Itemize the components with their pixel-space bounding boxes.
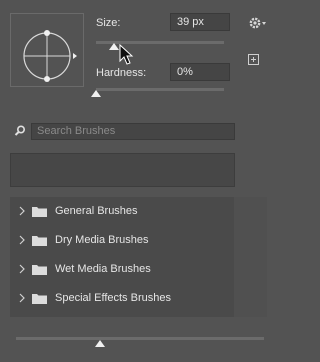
folder-label: Wet Media Brushes bbox=[55, 263, 151, 275]
folder-icon bbox=[32, 236, 47, 246]
folder-icon bbox=[32, 265, 47, 275]
search-brushes-input[interactable]: Search Brushes bbox=[31, 123, 235, 140]
size-label: Size: bbox=[96, 17, 121, 29]
list-item[interactable]: General Brushes bbox=[10, 197, 234, 226]
hardness-slider-track[interactable] bbox=[96, 88, 224, 91]
chevron-right-icon[interactable] bbox=[19, 264, 25, 274]
chevron-right-icon[interactable] bbox=[19, 293, 25, 303]
list-item[interactable]: Special Effects Brushes bbox=[10, 284, 234, 313]
list-item[interactable]: Wet Media Brushes bbox=[10, 255, 234, 284]
recent-brushes-strip bbox=[10, 153, 235, 187]
brush-angle-roundness-icon[interactable] bbox=[11, 14, 85, 88]
folder-label: General Brushes bbox=[55, 205, 138, 217]
brush-preset-panel: Size: 39 px Hardness: 0% Search Brushes … bbox=[0, 0, 278, 362]
folder-icon bbox=[32, 294, 47, 304]
plus-square-icon[interactable] bbox=[248, 54, 259, 65]
hardness-slider-thumb[interactable] bbox=[91, 90, 101, 97]
list-scrollbar[interactable] bbox=[234, 197, 267, 317]
brush-tip-preview[interactable] bbox=[10, 13, 84, 87]
size-slider-thumb[interactable] bbox=[108, 43, 119, 50]
folder-label: Special Effects Brushes bbox=[55, 292, 171, 304]
chevron-right-icon[interactable] bbox=[19, 235, 25, 245]
list-item[interactable]: Dry Media Brushes bbox=[10, 226, 234, 255]
size-input[interactable]: 39 px bbox=[170, 13, 230, 31]
folder-icon bbox=[32, 207, 47, 217]
gear-icon[interactable] bbox=[248, 16, 266, 30]
hardness-input[interactable]: 0% bbox=[170, 63, 230, 81]
mouse-cursor-icon bbox=[119, 44, 134, 65]
search-icon bbox=[14, 125, 26, 136]
chevron-right-icon[interactable] bbox=[19, 206, 25, 216]
preview-size-slider-track[interactable] bbox=[16, 337, 264, 340]
brush-folder-list: General Brushes Dry Media Brushes Wet Me… bbox=[10, 197, 234, 317]
hardness-label: Hardness: bbox=[96, 67, 147, 79]
preview-size-slider-thumb[interactable] bbox=[95, 340, 106, 347]
folder-label: Dry Media Brushes bbox=[55, 234, 149, 246]
